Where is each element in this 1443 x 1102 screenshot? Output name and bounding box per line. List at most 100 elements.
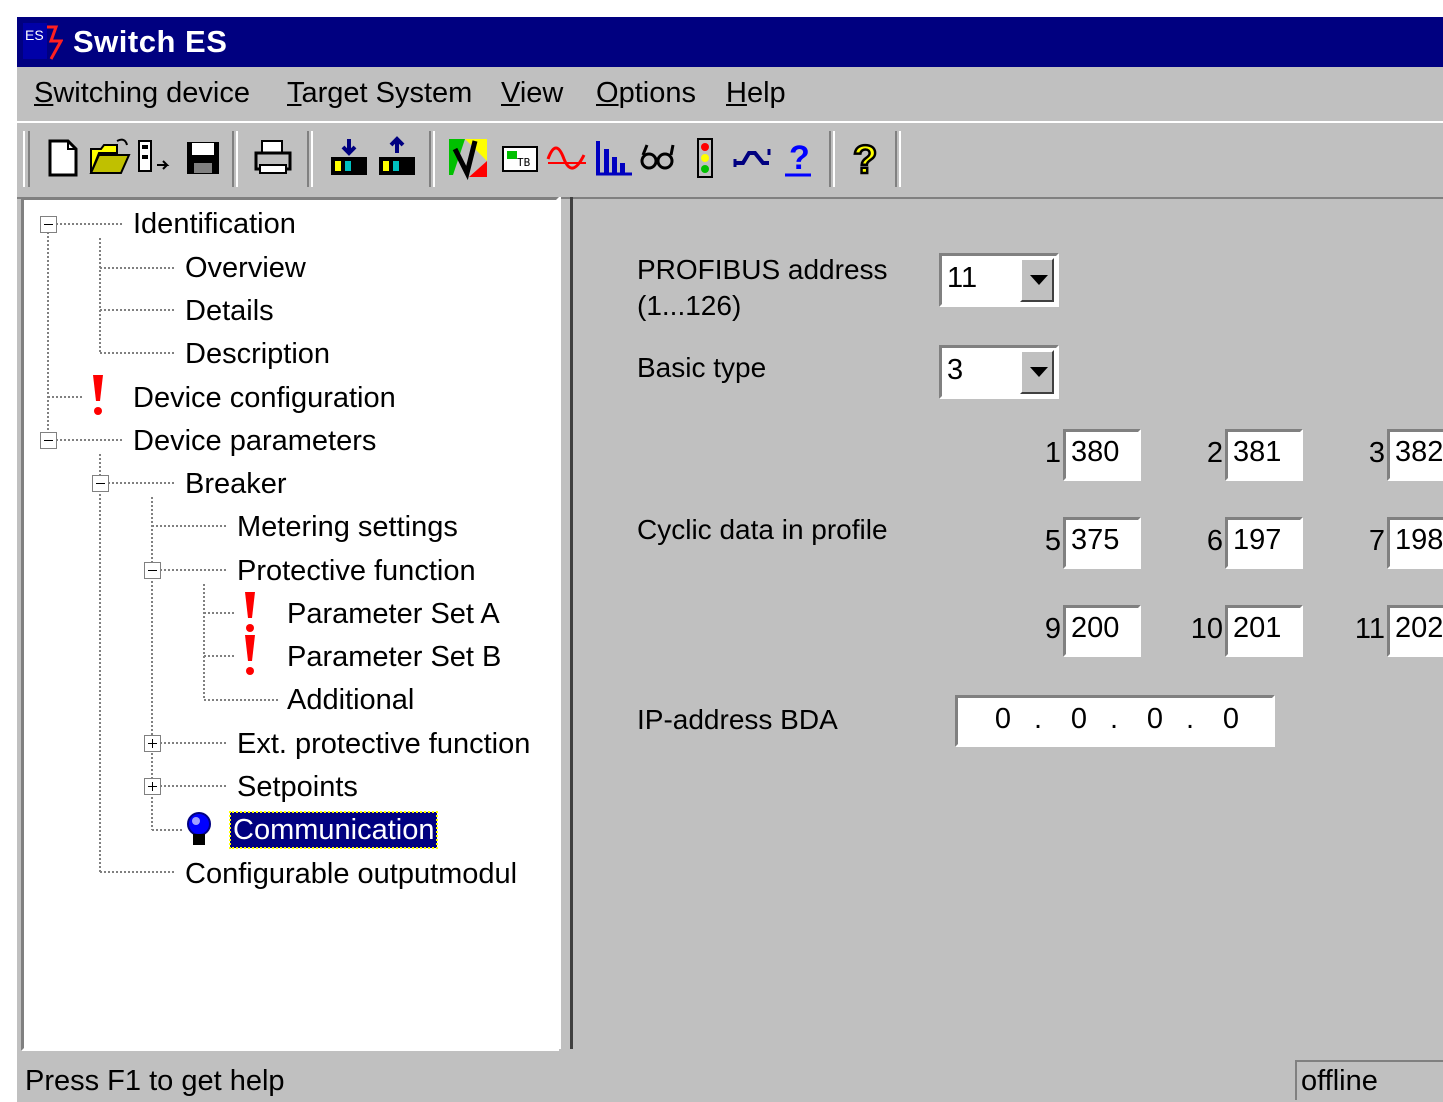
- pane-splitter[interactable]: [559, 197, 573, 1049]
- traffic-light-icon[interactable]: [682, 135, 728, 181]
- menu-options[interactable]: Options: [596, 77, 696, 110]
- cyclic-index: 3: [1368, 437, 1385, 469]
- cyclic-value-field[interactable]: 382: [1387, 429, 1443, 481]
- collapse-toggle[interactable]: [144, 562, 161, 579]
- cyclic-index: 10: [1190, 613, 1223, 645]
- load-to-device-icon[interactable]: [327, 135, 373, 181]
- toolbar-separator: [232, 131, 238, 187]
- tree-item-identification[interactable]: Identification: [130, 206, 299, 242]
- ip-address-label: IP-address BDA: [637, 704, 838, 735]
- svg-text:?: ?: [853, 138, 877, 181]
- navigation-tree[interactable]: Identification Overview Details Descript…: [21, 197, 559, 1051]
- profibus-address-select[interactable]: 11: [939, 253, 1059, 307]
- basic-type-select[interactable]: 3: [939, 345, 1059, 399]
- ip-separator: .: [1034, 703, 1043, 735]
- title-bar[interactable]: ES Switch ES: [17, 17, 1443, 67]
- cyclic-value-field[interactable]: 200: [1063, 605, 1141, 657]
- cyclic-index: 5: [1044, 525, 1061, 557]
- svg-text:?: ?: [789, 139, 810, 177]
- tree-item-breaker[interactable]: Breaker: [182, 466, 290, 502]
- switch-icon[interactable]: [729, 135, 775, 181]
- toolbar-separator: [895, 131, 901, 187]
- tree-item-configurable-outputmodul[interactable]: Configurable outputmodul: [182, 856, 520, 892]
- tree-item-parameter-set-b[interactable]: Parameter Set B: [284, 639, 504, 675]
- tree-item-ext-protective-function[interactable]: Ext. protective function: [234, 726, 533, 762]
- ip-octet[interactable]: 0: [988, 703, 1018, 736]
- statistics-icon[interactable]: [590, 135, 636, 181]
- menu-view[interactable]: View: [501, 77, 563, 110]
- warning-icon: [245, 635, 255, 675]
- cyclic-value-field[interactable]: 375: [1063, 517, 1141, 569]
- toolbar-grip[interactable]: [23, 131, 30, 187]
- status-bar: Press F1 to get help offline: [17, 1057, 1443, 1102]
- warning-icon: [93, 375, 103, 415]
- open-device-icon[interactable]: [133, 135, 179, 181]
- tree-item-overview[interactable]: Overview: [182, 250, 309, 286]
- window-title: Switch ES: [73, 24, 228, 59]
- new-file-icon[interactable]: [40, 135, 86, 181]
- toolbar-separator: [429, 131, 435, 187]
- collapse-toggle[interactable]: [92, 475, 109, 492]
- expand-toggle[interactable]: [144, 735, 161, 752]
- trace-icon[interactable]: [544, 135, 590, 181]
- commissioning-icon[interactable]: [445, 135, 491, 181]
- collapse-toggle[interactable]: [40, 432, 57, 449]
- tree-item-setpoints[interactable]: Setpoints: [234, 769, 361, 805]
- cyclic-value-field[interactable]: 202: [1387, 605, 1443, 657]
- ip-separator: .: [1186, 703, 1195, 735]
- print-icon[interactable]: [250, 135, 296, 181]
- expand-toggle[interactable]: [144, 778, 161, 795]
- cyclic-value-field[interactable]: 381: [1225, 429, 1303, 481]
- tree-item-device-parameters[interactable]: Device parameters: [130, 423, 379, 459]
- menu-switching-device[interactable]: Switching device: [34, 77, 250, 110]
- cyclic-index: 11: [1354, 613, 1385, 645]
- profibus-address-value: 11: [947, 262, 978, 294]
- tree-item-description[interactable]: Description: [182, 336, 333, 372]
- tree-item-protective-function[interactable]: Protective function: [234, 553, 479, 589]
- cyclic-value-field[interactable]: 380: [1063, 429, 1141, 481]
- basic-type-label: Basic type: [637, 352, 767, 383]
- test-icon[interactable]: TB: [497, 135, 543, 181]
- status-help-text: Press F1 to get help: [25, 1065, 285, 1097]
- toolbar-separator: [307, 131, 313, 187]
- open-folder-icon[interactable]: [87, 135, 133, 181]
- ip-octet[interactable]: 0: [1064, 703, 1094, 736]
- cyclic-index: 1: [1044, 437, 1061, 469]
- context-help-icon[interactable]: ?: [842, 135, 888, 184]
- load-from-device-icon[interactable]: [375, 135, 421, 181]
- warning-icon: [245, 592, 255, 632]
- chevron-down-icon[interactable]: [1020, 258, 1054, 302]
- tree-item-additional[interactable]: Additional: [284, 682, 417, 718]
- tree-item-communication[interactable]: Communication: [228, 811, 439, 849]
- chevron-down-icon[interactable]: [1020, 350, 1054, 394]
- svg-text:TB: TB: [517, 156, 531, 169]
- cyclic-value-field[interactable]: 198: [1387, 517, 1443, 569]
- ip-octet[interactable]: 0: [1216, 703, 1246, 736]
- ip-address-field[interactable]: 0 . 0 . 0 . 0: [955, 695, 1275, 747]
- profibus-address-label: PROFIBUS address: [637, 254, 888, 285]
- cyclic-index: 7: [1368, 525, 1385, 557]
- cyclic-index: 9: [1044, 613, 1061, 645]
- cyclic-value-field[interactable]: 197: [1225, 517, 1303, 569]
- lightbulb-icon: [187, 812, 211, 845]
- menu-bar: Switching device Target System View Opti…: [17, 69, 1443, 117]
- basic-type-value: 3: [947, 354, 964, 386]
- communication-panel: PROFIBUS address (1...126) 11 Basic type…: [575, 197, 1443, 1049]
- tree-item-metering-settings[interactable]: Metering settings: [234, 509, 461, 545]
- cyclic-data-label: Cyclic data in profile: [637, 514, 888, 545]
- toolbar-separator: [829, 131, 835, 187]
- save-icon[interactable]: [180, 135, 226, 181]
- tree-item-device-configuration[interactable]: Device configuration: [130, 380, 399, 416]
- observe-icon[interactable]: [635, 135, 681, 181]
- help-icon[interactable]: ?: [775, 135, 821, 181]
- ip-octet[interactable]: 0: [1140, 703, 1170, 736]
- toolbar: TB ? ?: [17, 121, 1443, 199]
- cyclic-index: 2: [1206, 437, 1223, 469]
- collapse-toggle[interactable]: [40, 216, 57, 233]
- tree-item-details[interactable]: Details: [182, 293, 277, 329]
- cyclic-value-field[interactable]: 201: [1225, 605, 1303, 657]
- menu-help[interactable]: Help: [726, 77, 786, 110]
- app-window: ES Switch ES Switching device Target Sys…: [15, 15, 1443, 1102]
- tree-item-parameter-set-a[interactable]: Parameter Set A: [284, 596, 503, 632]
- menu-target-system[interactable]: Target System: [287, 77, 472, 110]
